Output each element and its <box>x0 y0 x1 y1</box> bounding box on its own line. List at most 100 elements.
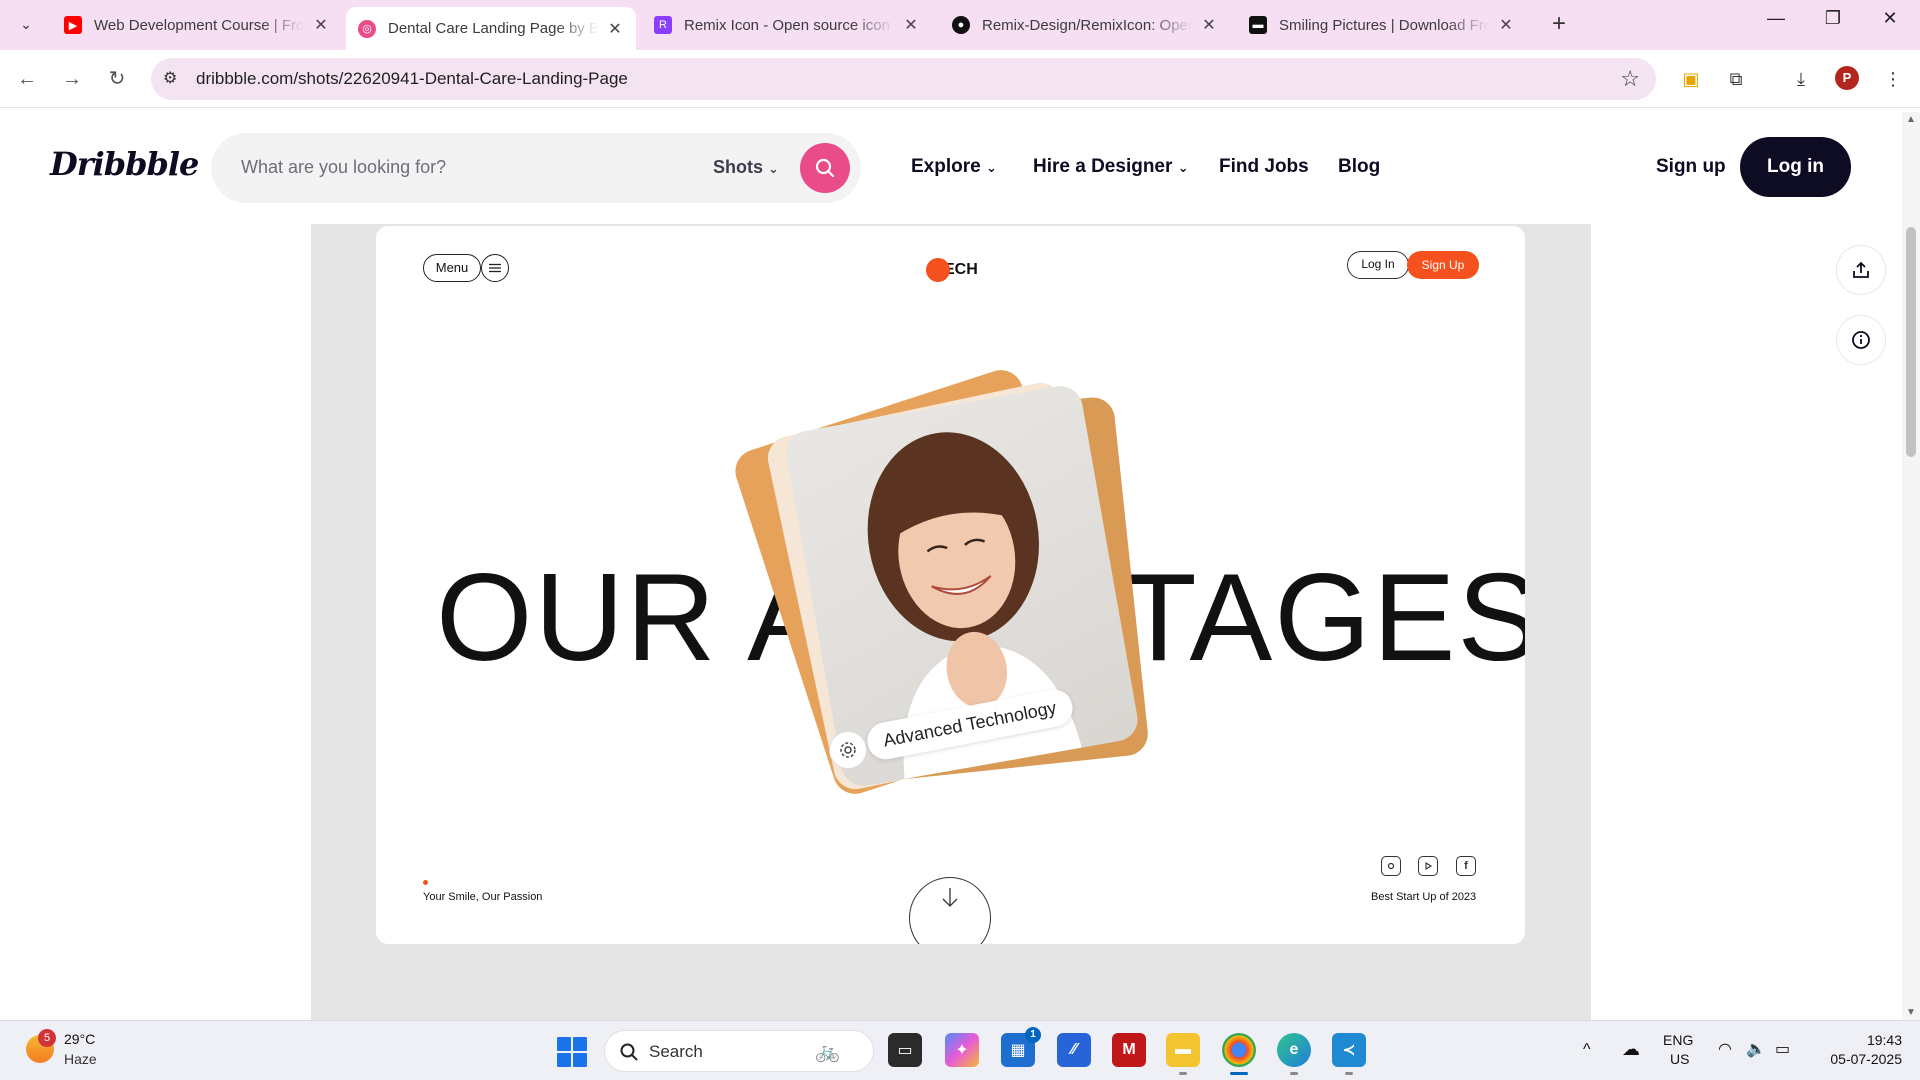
search-button[interactable] <box>800 143 850 193</box>
restore-button[interactable]: ❐ <box>1813 8 1853 29</box>
back-button[interactable]: ← <box>12 64 42 94</box>
edge-icon[interactable]: e <box>1277 1033 1311 1075</box>
clock-time[interactable]: 19:43 <box>1832 1032 1902 1048</box>
close-tab-icon[interactable]: ✕ <box>312 15 330 35</box>
more-menu-icon[interactable]: ⋮ <box>1880 66 1906 92</box>
instagram-icon <box>1381 856 1401 876</box>
address-bar[interactable]: ⚙ dribbble.com/shots/22620941-Dental-Car… <box>151 58 1656 100</box>
dribbble-logo[interactable]: Dribbble <box>50 145 199 183</box>
language-bottom[interactable]: US <box>1670 1051 1689 1067</box>
bookmark-star-icon[interactable]: ☆ <box>1620 66 1640 92</box>
search-icon <box>815 158 835 178</box>
language-top[interactable]: ENG <box>1663 1032 1693 1048</box>
info-button[interactable] <box>1836 315 1886 365</box>
windows-logo-pane <box>573 1037 587 1051</box>
shot-menu-button: Menu <box>423 254 481 282</box>
chevron-down-icon: ⌄ <box>985 160 997 175</box>
shot-image[interactable]: Menu ECH Log In Sign Up OUR A TAGES Adva… <box>376 226 1525 944</box>
unsplash-icon: ▬ <box>1249 16 1267 34</box>
info-icon <box>1852 331 1870 349</box>
close-window-button[interactable]: ✕ <box>1870 8 1910 29</box>
shot-brand-logo: ECH <box>926 258 978 282</box>
scroll-down-button <box>909 877 991 944</box>
close-tab-icon[interactable]: ✕ <box>1497 15 1515 35</box>
url-text: dribbble.com/shots/22620941-Dental-Care-… <box>196 69 628 88</box>
scrollbar-thumb[interactable] <box>1906 227 1916 457</box>
scroll-up-arrow-icon[interactable]: ▲ <box>1906 114 1916 125</box>
task-view-icon[interactable]: ▭ <box>888 1033 922 1067</box>
remixicon-icon: R <box>654 16 672 34</box>
wifi-icon[interactable]: ◠ <box>1718 1039 1732 1059</box>
accent-dot <box>423 880 428 885</box>
forward-button[interactable]: → <box>57 64 87 94</box>
download-icon[interactable]: ⤓ <box>1788 66 1814 92</box>
tab-title: Dental Care Landing Page by Bo <box>388 20 598 37</box>
weather-description[interactable]: Haze <box>64 1051 97 1067</box>
windows-logo-pane <box>557 1053 571 1067</box>
microsoft-store-icon[interactable]: ▦ 1 <box>1001 1027 1041 1067</box>
reload-button[interactable]: ↻ <box>102 64 132 94</box>
search-input[interactable]: What are you looking for? <box>241 157 446 178</box>
battery-icon[interactable]: ▭ <box>1775 1039 1790 1059</box>
close-tab-icon[interactable]: ✕ <box>902 15 920 35</box>
minimize-button[interactable]: — <box>1756 8 1796 29</box>
close-tab-icon[interactable]: ✕ <box>606 19 624 39</box>
nav-blog[interactable]: Blog <box>1338 156 1380 178</box>
show-hidden-icons-chevron-icon[interactable]: ^ <box>1583 1041 1591 1059</box>
extensions-icon[interactable]: ⧉ <box>1723 66 1749 92</box>
headline-right: TAGES <box>1121 549 1525 687</box>
taskbar-search[interactable]: Search 🚲 <box>604 1030 874 1072</box>
gear-icon <box>829 731 867 769</box>
tab-dribbble[interactable]: ◎ Dental Care Landing Page by Bo ✕ <box>346 7 636 50</box>
best-startup-text: Best Start Up of 2023 <box>1371 891 1477 903</box>
nav-hire-label: Hire a Designer <box>1033 156 1173 177</box>
scroll-down-arrow-icon[interactable]: ▼ <box>1906 1007 1916 1018</box>
chrome-icon[interactable] <box>1222 1033 1256 1075</box>
youtube-icon: ▶ <box>64 16 82 34</box>
tab-youtube[interactable]: ▶ Web Development Course | Fro ✕ <box>52 7 342 43</box>
share-button[interactable] <box>1836 245 1886 295</box>
windows-logo-pane <box>573 1053 587 1067</box>
tooth-logo-icon <box>926 258 950 282</box>
nav-hire-designer[interactable]: Hire a Designer ⌄ <box>1033 156 1189 178</box>
profile-avatar[interactable]: P <box>1835 66 1859 90</box>
weather-badge: 5 <box>38 1029 56 1047</box>
sign-up-link[interactable]: Sign up <box>1656 156 1726 178</box>
copilot-icon[interactable]: ✦ <box>945 1033 979 1067</box>
share-icon <box>1853 261 1869 278</box>
tab-search-button[interactable]: ⌄ <box>12 10 40 38</box>
windows-logo-pane <box>557 1037 571 1051</box>
facebook-icon: f <box>1456 856 1476 876</box>
mcafee-icon[interactable]: M <box>1112 1033 1146 1067</box>
onedrive-icon[interactable]: ☁ <box>1622 1039 1640 1060</box>
dribbble-header: Dribbble What are you looking for? Shots… <box>0 109 1920 225</box>
shots-dropdown[interactable]: Shots ⌄ <box>713 157 779 178</box>
close-tab-icon[interactable]: ✕ <box>1200 15 1218 35</box>
clock-date[interactable]: 05-07-2025 <box>1812 1051 1902 1067</box>
tab-title: Remix-Design/RemixIcon: Open <box>982 16 1192 34</box>
tab-remixicon[interactable]: R Remix Icon - Open source icon ✕ <box>642 7 932 43</box>
tab-unsplash[interactable]: ▬ Smiling Pictures | Download Fre ✕ <box>1237 7 1527 43</box>
search-bar[interactable]: What are you looking for? Shots ⌄ <box>211 133 861 203</box>
start-button[interactable] <box>557 1037 587 1067</box>
hamburger-icon <box>481 254 509 282</box>
google-drive-extension-icon[interactable]: ▣ <box>1678 66 1704 92</box>
tab-title: Remix Icon - Open source icon <box>684 16 890 34</box>
file-explorer-icon[interactable]: ▬ <box>1166 1033 1200 1075</box>
nav-explore[interactable]: Explore ⌄ <box>911 156 997 178</box>
store-badge: 1 <box>1025 1027 1041 1043</box>
nav-find-jobs[interactable]: Find Jobs <box>1219 156 1309 178</box>
vscode-icon[interactable]: ≺ <box>1332 1033 1366 1075</box>
log-in-button[interactable]: Log in <box>1740 137 1851 197</box>
remote-app-icon[interactable]: ⁄⁄ <box>1057 1033 1091 1067</box>
site-info-icon[interactable]: ⚙ <box>163 68 177 88</box>
new-tab-button[interactable]: + <box>1545 10 1573 38</box>
browser-tab-strip: ⌄ ▶ Web Development Course | Fro ✕ ◎ Den… <box>0 0 1920 50</box>
weather-temperature[interactable]: 29°C <box>64 1031 95 1047</box>
volume-icon[interactable]: 🔈 <box>1746 1039 1766 1059</box>
tab-github[interactable]: ● Remix-Design/RemixIcon: Open ✕ <box>940 7 1230 43</box>
windows-taskbar: 5 29°C Haze Search 🚲 ▭ ✦ ▦ 1 ⁄⁄ M ▬ e ≺ … <box>0 1020 1920 1080</box>
arrow-down-icon <box>942 888 958 907</box>
nav-explore-label: Explore <box>911 156 981 177</box>
page-scrollbar[interactable]: ▲ ▼ <box>1902 112 1920 1020</box>
